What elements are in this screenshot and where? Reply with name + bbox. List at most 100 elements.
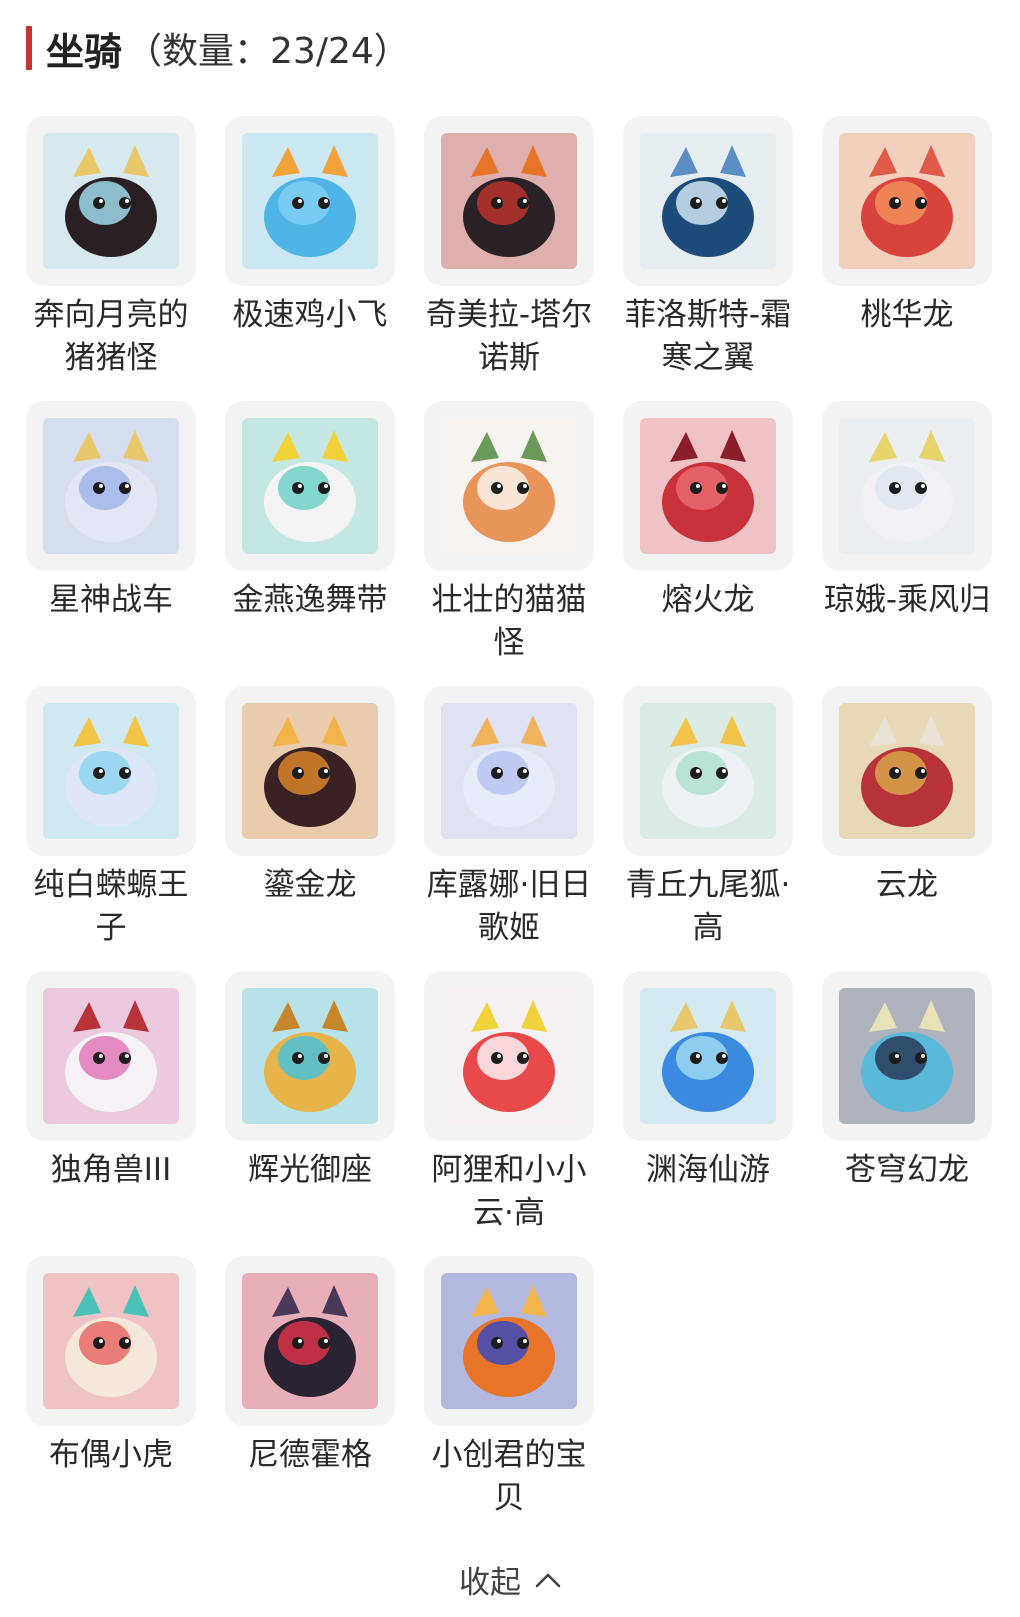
- mount-item[interactable]: 阿狸和小小云·高: [424, 971, 594, 1256]
- mount-thumbnail: [822, 686, 992, 856]
- sky-dragon-mount-icon: [839, 988, 975, 1124]
- mount-name: 小创君的宝贝: [431, 1437, 587, 1516]
- mount-name: 苍穹幻龙: [845, 1152, 969, 1188]
- chevron-up-icon: [535, 1561, 561, 1597]
- mount-thumbnail: [822, 116, 992, 286]
- magma-dragon-mount-icon: [640, 418, 776, 554]
- frost-wing-mount-icon: [640, 133, 776, 269]
- mount-name: 纯白蝾螈王子: [33, 867, 189, 946]
- mount-item[interactable]: 金燕逸舞带: [225, 401, 395, 686]
- unicorn-mount-icon: [43, 988, 179, 1124]
- mount-name: 壮壮的猫猫怪: [431, 582, 587, 661]
- peach-dragon-mount-icon: [839, 133, 975, 269]
- mount-name: 渊海仙游: [646, 1152, 770, 1188]
- mount-thumbnail: [26, 1256, 196, 1426]
- abyss-sea-mount-icon: [640, 988, 776, 1124]
- pig-mount-icon: [43, 133, 179, 269]
- nine-tail-fox-mount-icon: [640, 703, 776, 839]
- mount-name: 奇美拉-塔尔诺斯: [425, 297, 593, 376]
- mount-thumbnail: [225, 1256, 395, 1426]
- mount-thumbnail: [26, 116, 196, 286]
- mount-item[interactable]: 渊海仙游: [623, 971, 793, 1256]
- nidhogg-mount-icon: [242, 1273, 378, 1409]
- mount-item[interactable]: 壮壮的猫猫怪: [424, 401, 594, 686]
- mount-name: 奔向月亮的猪猪怪: [33, 297, 189, 376]
- mount-item[interactable]: 鎏金龙: [225, 686, 395, 971]
- mount-name: 云龙: [876, 867, 938, 903]
- section-header: 坐骑 （数量：23/24）: [26, 22, 410, 74]
- mount-name: 阿狸和小小云·高: [431, 1152, 587, 1231]
- mount-thumbnail: [424, 1256, 594, 1426]
- cloud-dragon-mount-icon: [839, 703, 975, 839]
- mount-name: 尼德霍格: [248, 1437, 372, 1473]
- star-chariot-mount-icon: [43, 418, 179, 554]
- mount-thumbnail: [26, 971, 196, 1141]
- collapse-label: 收起: [459, 1564, 521, 1601]
- mount-name: 琼娥-乘风归: [823, 582, 991, 618]
- mount-item[interactable]: 尼德霍格: [225, 1256, 395, 1541]
- doll-tiger-mount-icon: [43, 1273, 179, 1409]
- blue-chick-mount-icon: [242, 133, 378, 269]
- mount-name: 青丘九尾狐·高: [625, 867, 791, 946]
- mount-name: 鎏金龙: [263, 867, 357, 903]
- mount-name: 独角兽III: [50, 1152, 172, 1188]
- mount-thumbnail: [225, 401, 395, 571]
- phoenix-bird-mount-icon: [441, 1273, 577, 1409]
- mount-thumbnail: [424, 971, 594, 1141]
- mount-item[interactable]: 琼娥-乘风归: [822, 401, 992, 686]
- mount-thumbnail: [623, 971, 793, 1141]
- section-title: 坐骑: [46, 29, 123, 74]
- mount-grid: 奔向月亮的猪猪怪 极速鸡小飞 奇美拉-塔尔诺斯 菲洛斯特-霜寒之翼 桃华龙星神战车 金燕逸…: [26, 116, 992, 1541]
- mount-name: 星神战车: [49, 582, 173, 618]
- mount-thumbnail: [225, 116, 395, 286]
- mount-name: 库露娜·旧日歌姬: [426, 867, 592, 946]
- mount-item[interactable]: 奇美拉-塔尔诺斯: [424, 116, 594, 401]
- gilded-dragon-mount-icon: [242, 703, 378, 839]
- mount-thumbnail: [424, 116, 594, 286]
- mount-name: 熔火龙: [661, 582, 755, 618]
- mount-thumbnail: [26, 401, 196, 571]
- cat-mount-icon: [441, 418, 577, 554]
- mount-thumbnail: [424, 686, 594, 856]
- mount-name: 菲洛斯特-霜寒之翼: [624, 297, 792, 376]
- mount-count: （数量：23/24）: [126, 31, 410, 72]
- fox-cloud-mount-icon: [441, 988, 577, 1124]
- mount-item[interactable]: 熔火龙: [623, 401, 793, 686]
- mount-name: 金燕逸舞带: [232, 582, 388, 618]
- mount-item[interactable]: 桃华龙: [822, 116, 992, 401]
- mount-item[interactable]: 纯白蝾螈王子: [26, 686, 196, 971]
- mount-thumbnail: [623, 686, 793, 856]
- mount-thumbnail: [822, 971, 992, 1141]
- diva-mount-icon: [441, 703, 577, 839]
- mount-item[interactable]: 奔向月亮的猪猪怪: [26, 116, 196, 401]
- mount-thumbnail: [623, 116, 793, 286]
- mount-item[interactable]: 库露娜·旧日歌姬: [424, 686, 594, 971]
- mount-name: 桃华龙: [860, 297, 954, 333]
- moon-fairy-mount-icon: [839, 418, 975, 554]
- mount-item[interactable]: 云龙: [822, 686, 992, 971]
- mount-item[interactable]: 独角兽III: [26, 971, 196, 1256]
- header-accent-bar: [26, 26, 32, 70]
- mount-item[interactable]: 苍穹幻龙: [822, 971, 992, 1256]
- mount-thumbnail: [623, 401, 793, 571]
- mount-name: 辉光御座: [248, 1152, 372, 1188]
- mount-thumbnail: [225, 686, 395, 856]
- mount-item[interactable]: 星神战车: [26, 401, 196, 686]
- mount-thumbnail: [822, 401, 992, 571]
- chimera-mount-icon: [441, 133, 577, 269]
- radiant-throne-mount-icon: [242, 988, 378, 1124]
- mount-thumbnail: [26, 686, 196, 856]
- collapse-button[interactable]: 收起: [0, 1554, 1020, 1604]
- mount-item[interactable]: 青丘九尾狐·高: [623, 686, 793, 971]
- golden-swallow-ribbon-icon: [242, 418, 378, 554]
- mount-name: 布偶小虎: [49, 1437, 173, 1473]
- mount-item[interactable]: 布偶小虎: [26, 1256, 196, 1541]
- mount-item[interactable]: 菲洛斯特-霜寒之翼: [623, 116, 793, 401]
- mount-item[interactable]: 极速鸡小飞: [225, 116, 395, 401]
- white-axolotl-mount-icon: [43, 703, 179, 839]
- mount-thumbnail: [424, 401, 594, 571]
- mount-thumbnail: [225, 971, 395, 1141]
- mount-item[interactable]: 小创君的宝贝: [424, 1256, 594, 1541]
- mount-name: 极速鸡小飞: [232, 297, 388, 333]
- mount-item[interactable]: 辉光御座: [225, 971, 395, 1256]
